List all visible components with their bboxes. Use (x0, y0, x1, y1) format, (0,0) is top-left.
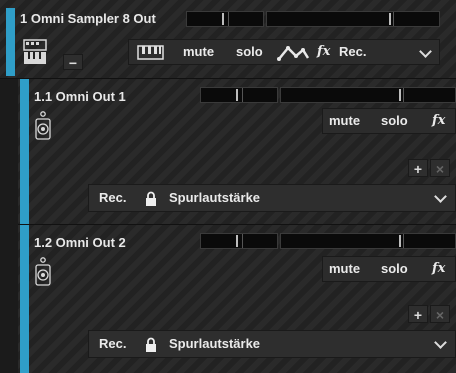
track-color-strip (20, 79, 29, 224)
meter-marker (389, 13, 391, 25)
solo-button[interactable]: solo (381, 257, 408, 281)
track-controls-bar: mute solo fx (322, 256, 456, 282)
mute-button[interactable]: mute (329, 109, 360, 133)
lock-icon[interactable] (145, 337, 157, 352)
meter-marker (222, 13, 224, 25)
track-controls-bar: mute solo fx (322, 108, 456, 134)
track-controls-bar: mute solo fx Rec. (128, 39, 440, 65)
volume-meter-large (266, 11, 440, 27)
meter-marker (399, 89, 401, 101)
lock-icon[interactable] (145, 191, 157, 206)
close-icon[interactable]: × (430, 159, 450, 177)
automation-lane-selector[interactable]: Rec. Spurlautstärke (88, 330, 456, 358)
add-lane-button[interactable]: + (408, 305, 428, 323)
meter-divider (242, 88, 243, 102)
track-header-omni-out-1[interactable]: 1.1 Omni Out 1 mute solo fx + × Rec. Spu… (18, 79, 456, 225)
volume-meter-large (280, 233, 456, 249)
volume-meter-small (200, 233, 278, 249)
track-title[interactable]: 1.1 Omni Out 1 (34, 89, 126, 104)
solo-button[interactable]: solo (381, 109, 408, 133)
rec-button[interactable]: Rec. (339, 40, 366, 64)
fx-button[interactable]: fx (432, 109, 445, 133)
collapse-button[interactable]: − (63, 54, 83, 71)
track-header-omni-sampler[interactable]: 1 Omni Sampler 8 Out − mute solo fx Rec. (0, 0, 456, 79)
solo-button[interactable]: solo (236, 40, 263, 64)
keyboard-icon[interactable] (137, 44, 165, 62)
track-color-strip (6, 8, 15, 76)
audio-output-icon[interactable] (35, 110, 51, 140)
automation-parameter[interactable]: Spurlautstärke (169, 332, 260, 356)
meter-marker (399, 235, 401, 247)
mute-button[interactable]: mute (183, 40, 214, 64)
fx-button[interactable]: fx (432, 257, 445, 281)
meter-divider (228, 12, 229, 26)
automation-lane-selector[interactable]: Rec. Spurlautstärke (88, 184, 456, 212)
volume-meter-small (200, 87, 278, 103)
rec-label[interactable]: Rec. (99, 186, 126, 210)
track-title[interactable]: 1.2 Omni Out 2 (34, 235, 126, 250)
audio-output-icon[interactable] (35, 256, 51, 286)
meter-divider (393, 12, 394, 26)
chevron-down-icon[interactable] (434, 336, 447, 349)
track-header-omni-out-2[interactable]: 1.2 Omni Out 2 mute solo fx + × Rec. Spu… (18, 225, 456, 373)
meter-marker (236, 235, 238, 247)
automation-parameter[interactable]: Spurlautstärke (169, 186, 260, 210)
mute-button[interactable]: mute (329, 257, 360, 281)
chevron-down-icon[interactable] (434, 190, 447, 203)
volume-meter-large (280, 87, 456, 103)
volume-meter-small (186, 11, 264, 27)
close-icon[interactable]: × (430, 305, 450, 323)
track-title[interactable]: 1 Omni Sampler 8 Out (20, 11, 156, 26)
rec-label[interactable]: Rec. (99, 332, 126, 356)
meter-divider (242, 234, 243, 248)
add-lane-button[interactable]: + (408, 159, 428, 177)
meter-marker (236, 89, 238, 101)
meter-divider (403, 88, 404, 102)
instrument-icon[interactable] (23, 39, 47, 65)
meter-divider (403, 234, 404, 248)
automation-icon[interactable] (277, 43, 310, 63)
fx-button[interactable]: fx (317, 40, 330, 64)
chevron-down-icon[interactable] (419, 45, 432, 58)
track-color-strip (20, 225, 29, 373)
